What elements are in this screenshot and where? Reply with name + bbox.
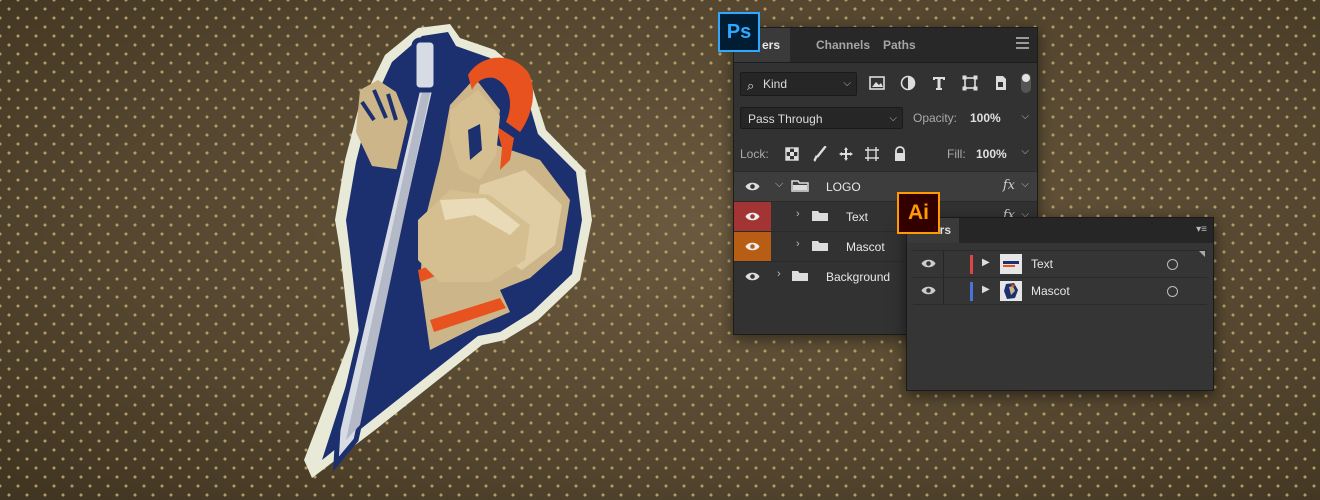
eye-visibility-icon[interactable] (745, 241, 760, 252)
opacity-value[interactable]: 100% (970, 111, 1001, 125)
ps-tab-bar: ers Channels Paths (734, 28, 1037, 63)
target-circle-icon[interactable] (1167, 286, 1178, 297)
illustrator-logo-badge: Ai (897, 192, 940, 234)
eye-visibility-icon[interactable] (921, 285, 936, 296)
opacity-label: Opacity: (913, 111, 958, 125)
chevron-down-icon[interactable]: ⌵ (1021, 179, 1029, 190)
opacity-chevron-icon[interactable]: ⌵ (1021, 111, 1029, 122)
chevron-right-icon[interactable]: › (796, 208, 800, 220)
layer-name: Text (1031, 257, 1054, 271)
blend-mode-select[interactable]: Pass Through ⌵ (740, 107, 903, 129)
fill-label: Fill: (947, 147, 966, 161)
ai-layer-row-mascot[interactable]: ▶ Mascot (913, 278, 1207, 305)
fx-effects-icon[interactable]: fx (1003, 178, 1015, 193)
layer-name: Mascot (1031, 284, 1070, 298)
panel-menu-icon[interactable] (1016, 37, 1029, 52)
folder-icon (791, 180, 809, 192)
fill-value[interactable]: 100% (976, 147, 1007, 161)
lock-label: Lock: (740, 147, 769, 161)
filter-toggle-switch[interactable] (1021, 73, 1031, 93)
chevron-down-icon: ⌵ (889, 113, 897, 124)
image-filter-icon[interactable] (867, 73, 887, 93)
blend-mode-value: Pass Through (748, 112, 823, 126)
eye-visibility-icon[interactable] (921, 258, 936, 269)
eye-visibility-icon[interactable] (745, 211, 760, 222)
chevron-down-icon[interactable]: ⌵ (775, 178, 783, 191)
knight-mascot-logo (304, 24, 592, 478)
folder-icon (812, 241, 828, 251)
chevron-right-icon[interactable]: › (777, 268, 781, 280)
shape-filter-icon[interactable] (960, 73, 980, 93)
layer-row-logo[interactable]: ⌵ LOGO fx ⌵ (734, 171, 1037, 201)
lock-artboard-icon[interactable] (864, 146, 880, 162)
tab-paths[interactable]: Paths (873, 28, 926, 62)
layer-thumbnail (1000, 281, 1022, 301)
target-circle-icon[interactable] (1167, 259, 1178, 270)
layer-color-bar (970, 282, 973, 301)
type-filter-icon[interactable] (929, 73, 949, 93)
layer-color-bar (970, 255, 973, 274)
tab-channels[interactable]: Channels (806, 28, 880, 62)
fill-chevron-icon[interactable]: ⌵ (1021, 146, 1029, 157)
chevron-right-icon[interactable]: › (796, 238, 800, 250)
folder-icon (792, 271, 808, 281)
search-icon: ⌕ (747, 78, 755, 93)
lock-position-icon[interactable] (838, 146, 854, 162)
panel-menu-icon[interactable]: ▾≡ (1196, 224, 1207, 235)
chevron-down-icon: ⌵ (843, 78, 851, 89)
expand-triangle-icon[interactable]: ▶ (982, 257, 990, 268)
adjustment-filter-icon[interactable] (898, 73, 918, 93)
kind-filter-label: Kind (763, 77, 788, 91)
layer-name: LOGO (826, 180, 861, 194)
layer-filter-bar: ⌕ Kind ⌵ (740, 72, 1031, 96)
kind-filter-select[interactable]: ⌕ Kind ⌵ (740, 72, 857, 96)
folder-icon (812, 211, 828, 221)
lock-all-icon[interactable] (892, 146, 908, 162)
photoshop-logo-badge: Ps (718, 12, 760, 52)
eye-visibility-icon[interactable] (745, 271, 760, 282)
expand-triangle-icon[interactable]: ▶ (982, 284, 990, 295)
illustrator-layers-panel: ers ▾≡ ▶ Text ▶ Mascot (906, 217, 1214, 391)
blend-row: Pass Through ⌵ Opacity: 100% ⌵ (740, 107, 1031, 131)
ai-layer-row-text[interactable]: ▶ Text (913, 251, 1207, 278)
lock-row: Lock: Fill: 100% ⌵ (740, 142, 1031, 166)
layer-name: Text (846, 210, 869, 224)
sword-hilt (411, 37, 439, 93)
eye-visibility-icon[interactable] (745, 181, 760, 192)
lock-transparent-pixels-icon[interactable] (784, 146, 800, 162)
smart-object-filter-icon[interactable] (991, 73, 1011, 93)
ai-layer-list: ▶ Text ▶ Mascot (913, 250, 1207, 305)
ai-tab-bar: ers ▾≡ (907, 218, 1213, 243)
lock-image-pixels-icon[interactable] (812, 146, 828, 162)
layer-thumbnail (1000, 254, 1022, 274)
layer-name: Background (826, 270, 891, 284)
layer-name: Mascot (846, 240, 885, 254)
